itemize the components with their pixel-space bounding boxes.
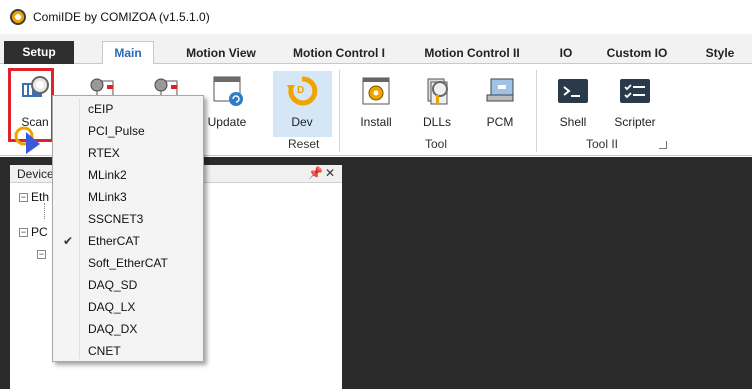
pcm-label: PCM (486, 115, 514, 129)
dev-label: Dev (291, 115, 313, 129)
tab-main[interactable]: Main (102, 41, 154, 65)
menu-item-mlink2[interactable]: MLink2 (55, 164, 201, 186)
ribbon-separator (536, 70, 537, 152)
menu-item-daq-dx[interactable]: DAQ_DX (55, 318, 201, 340)
pcm-button[interactable]: PCM (470, 69, 530, 135)
group-label-tool: Tool (425, 137, 448, 151)
tree-collapse-icon[interactable]: − (37, 250, 46, 260)
checkmark-icon: ✔ (62, 234, 74, 248)
menu-item-rtex[interactable]: RTEX (55, 142, 201, 164)
tab-custom-io[interactable]: Custom IO (602, 42, 672, 64)
dev-reset-icon: D (285, 75, 319, 107)
dlls-label: DLLs (422, 115, 451, 129)
tab-io[interactable]: IO (552, 42, 580, 64)
tree-node-eth[interactable]: − Eth (19, 190, 49, 204)
menu-item-daq-sd[interactable]: DAQ_SD (55, 274, 201, 296)
ribbon-separator (339, 70, 340, 152)
pcm-icon (483, 75, 517, 107)
tree-collapse-icon[interactable]: − (19, 193, 28, 203)
dlls-button[interactable]: DLLs (407, 69, 467, 135)
menu-item-mlink3[interactable]: MLink3 (55, 186, 201, 208)
window-title: ComiIDE by COMIZOA (v1.5.1.0) (33, 10, 210, 24)
menu-item-daq-lx[interactable]: DAQ_LX (55, 296, 201, 318)
tree-node-child[interactable]: − (37, 247, 49, 261)
shell-button[interactable]: Shell (543, 69, 603, 135)
update-icon (210, 75, 244, 107)
group-launcher-icon[interactable] (659, 141, 667, 149)
ribbon-tab-bar: Setup Main Motion View Motion Control I … (0, 34, 752, 65)
dlls-icon (420, 75, 454, 107)
tab-style[interactable]: Style (698, 42, 742, 64)
tree-node-pc[interactable]: − PC (19, 225, 48, 239)
shell-label: Shell (559, 115, 587, 129)
menu-item-pci-pulse[interactable]: PCI_Pulse (55, 120, 201, 142)
scan-protocol-menu: cEIP PCI_Pulse RTEX MLink2 MLink3 SSCNET… (52, 95, 204, 362)
install-icon (359, 75, 393, 107)
group-label-tool-2: Tool II (586, 137, 619, 151)
install-label: Install (360, 115, 392, 129)
tree-connector (44, 203, 45, 219)
menu-item-sscnet3[interactable]: SSCNET3 (55, 208, 201, 230)
title-bar: ComiIDE by COMIZOA (v1.5.1.0) (0, 0, 752, 34)
app-logo-icon (10, 9, 26, 25)
install-button[interactable]: Install (346, 69, 406, 135)
menu-item-ethercat[interactable]: ✔ EtherCAT (55, 230, 201, 252)
tab-motion-view[interactable]: Motion View (176, 42, 266, 64)
update-button[interactable]: Update (197, 69, 257, 135)
panel-title: Device (17, 167, 54, 181)
tree-collapse-icon[interactable]: − (19, 228, 28, 238)
shell-icon (556, 75, 590, 107)
menu-item-soft-ethercat[interactable]: Soft_EtherCAT (55, 252, 201, 274)
group-label-reset: Reset (288, 137, 320, 151)
svg-text:D: D (297, 85, 304, 96)
scripter-button[interactable]: Scripter (605, 69, 665, 135)
dev-button[interactable]: D Dev (272, 69, 332, 135)
tab-motion-control-2[interactable]: Motion Control II (416, 42, 528, 64)
menu-item-cnet[interactable]: CNET (55, 340, 201, 362)
tree-node-label: PC (31, 225, 48, 239)
tab-setup[interactable]: Setup (4, 41, 74, 64)
update-label: Update (207, 115, 247, 129)
pin-icon[interactable]: 📌 (308, 166, 323, 180)
mouse-cursor-icon (14, 126, 46, 158)
tab-motion-control-1[interactable]: Motion Control I (285, 42, 393, 64)
close-icon[interactable]: ✕ (325, 166, 335, 180)
scripter-icon (618, 75, 652, 107)
scripter-label: Scripter (614, 115, 656, 129)
menu-item-ceip[interactable]: cEIP (55, 98, 201, 120)
tree-node-label: Eth (31, 190, 50, 204)
